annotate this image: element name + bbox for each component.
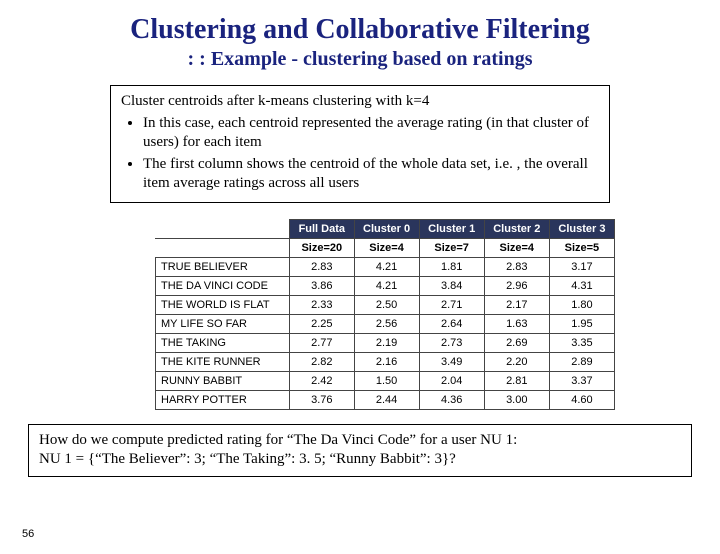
cell: 2.33 bbox=[290, 295, 354, 314]
corner-cell bbox=[156, 238, 290, 257]
cell: 2.64 bbox=[419, 314, 484, 333]
cell: 3.76 bbox=[290, 390, 354, 409]
size-cell: Size=5 bbox=[549, 238, 614, 257]
cell: 2.77 bbox=[290, 333, 354, 352]
row-label: THE WORLD IS FLAT bbox=[156, 295, 290, 314]
cell: 3.35 bbox=[549, 333, 614, 352]
table-header-row: Full Data Cluster 0 Cluster 1 Cluster 2 … bbox=[156, 219, 615, 238]
cell: 3.00 bbox=[484, 390, 549, 409]
cell: 4.21 bbox=[354, 257, 419, 276]
cell: 4.36 bbox=[419, 390, 484, 409]
cell: 3.37 bbox=[549, 371, 614, 390]
cell: 2.96 bbox=[484, 276, 549, 295]
cell: 4.60 bbox=[549, 390, 614, 409]
row-label: THE DA VINCI CODE bbox=[156, 276, 290, 295]
page-subtitle: : : Example - clustering based on rating… bbox=[0, 48, 720, 71]
info-box: Cluster centroids after k-means clusteri… bbox=[110, 85, 610, 203]
cell: 3.49 bbox=[419, 352, 484, 371]
table-row: THE KITE RUNNER2.822.163.492.202.89 bbox=[156, 352, 615, 371]
size-cell: Size=4 bbox=[484, 238, 549, 257]
cell: 2.89 bbox=[549, 352, 614, 371]
page-title: Clustering and Collaborative Filtering bbox=[0, 14, 720, 46]
cell: 2.17 bbox=[484, 295, 549, 314]
row-label: RUNNY BABBIT bbox=[156, 371, 290, 390]
col-fulldata: Full Data bbox=[290, 219, 354, 238]
cell: 2.81 bbox=[484, 371, 549, 390]
info-lead: Cluster centroids after k-means clusteri… bbox=[121, 93, 429, 109]
col-cluster3: Cluster 3 bbox=[549, 219, 614, 238]
question-box: How do we compute predicted rating for “… bbox=[28, 424, 692, 477]
cell: 2.44 bbox=[354, 390, 419, 409]
row-label: TRUE BELIEVER bbox=[156, 257, 290, 276]
cell: 2.73 bbox=[419, 333, 484, 352]
table-row: THE WORLD IS FLAT2.332.502.712.171.80 bbox=[156, 295, 615, 314]
cell: 3.86 bbox=[290, 276, 354, 295]
question-line-1: How do we compute predicted rating for “… bbox=[39, 431, 681, 451]
row-label: MY LIFE SO FAR bbox=[156, 314, 290, 333]
row-label: THE TAKING bbox=[156, 333, 290, 352]
col-cluster1: Cluster 1 bbox=[419, 219, 484, 238]
table-size-row: Size=20 Size=4 Size=7 Size=4 Size=5 bbox=[156, 238, 615, 257]
question-line-2: NU 1 = {“The Believer”: 3; “The Taking”:… bbox=[39, 450, 681, 470]
cell: 4.31 bbox=[549, 276, 614, 295]
table-row: MY LIFE SO FAR2.252.562.641.631.95 bbox=[156, 314, 615, 333]
row-label: THE KITE RUNNER bbox=[156, 352, 290, 371]
cell: 1.95 bbox=[549, 314, 614, 333]
col-cluster0: Cluster 0 bbox=[354, 219, 419, 238]
data-table-wrap: Full Data Cluster 0 Cluster 1 Cluster 2 … bbox=[155, 219, 615, 410]
cell: 2.16 bbox=[354, 352, 419, 371]
cell: 2.71 bbox=[419, 295, 484, 314]
cell: 2.69 bbox=[484, 333, 549, 352]
cell: 4.21 bbox=[354, 276, 419, 295]
cell: 2.83 bbox=[290, 257, 354, 276]
cell: 2.82 bbox=[290, 352, 354, 371]
cell: 2.83 bbox=[484, 257, 549, 276]
row-label: HARRY POTTER bbox=[156, 390, 290, 409]
cell: 2.50 bbox=[354, 295, 419, 314]
cell: 1.50 bbox=[354, 371, 419, 390]
cell: 3.84 bbox=[419, 276, 484, 295]
table-row: THE DA VINCI CODE3.864.213.842.964.31 bbox=[156, 276, 615, 295]
cell: 2.04 bbox=[419, 371, 484, 390]
cell: 3.17 bbox=[549, 257, 614, 276]
table-row: RUNNY BABBIT2.421.502.042.813.37 bbox=[156, 371, 615, 390]
cell: 1.63 bbox=[484, 314, 549, 333]
col-cluster2: Cluster 2 bbox=[484, 219, 549, 238]
table-row: THE TAKING2.772.192.732.693.35 bbox=[156, 333, 615, 352]
cell: 1.80 bbox=[549, 295, 614, 314]
table-row: TRUE BELIEVER2.834.211.812.833.17 bbox=[156, 257, 615, 276]
size-cell: Size=4 bbox=[354, 238, 419, 257]
centroid-table: Full Data Cluster 0 Cluster 1 Cluster 2 … bbox=[155, 219, 615, 410]
info-bullet-1: In this case, each centroid represented … bbox=[143, 114, 599, 153]
table-row: HARRY POTTER3.762.444.363.004.60 bbox=[156, 390, 615, 409]
corner-cell bbox=[156, 219, 290, 238]
page-number: 56 bbox=[22, 528, 34, 540]
cell: 2.56 bbox=[354, 314, 419, 333]
size-cell: Size=7 bbox=[419, 238, 484, 257]
cell: 2.20 bbox=[484, 352, 549, 371]
cell: 2.25 bbox=[290, 314, 354, 333]
cell: 1.81 bbox=[419, 257, 484, 276]
cell: 2.42 bbox=[290, 371, 354, 390]
info-bullet-2: The first column shows the centroid of t… bbox=[143, 155, 599, 194]
size-cell: Size=20 bbox=[290, 238, 354, 257]
cell: 2.19 bbox=[354, 333, 419, 352]
